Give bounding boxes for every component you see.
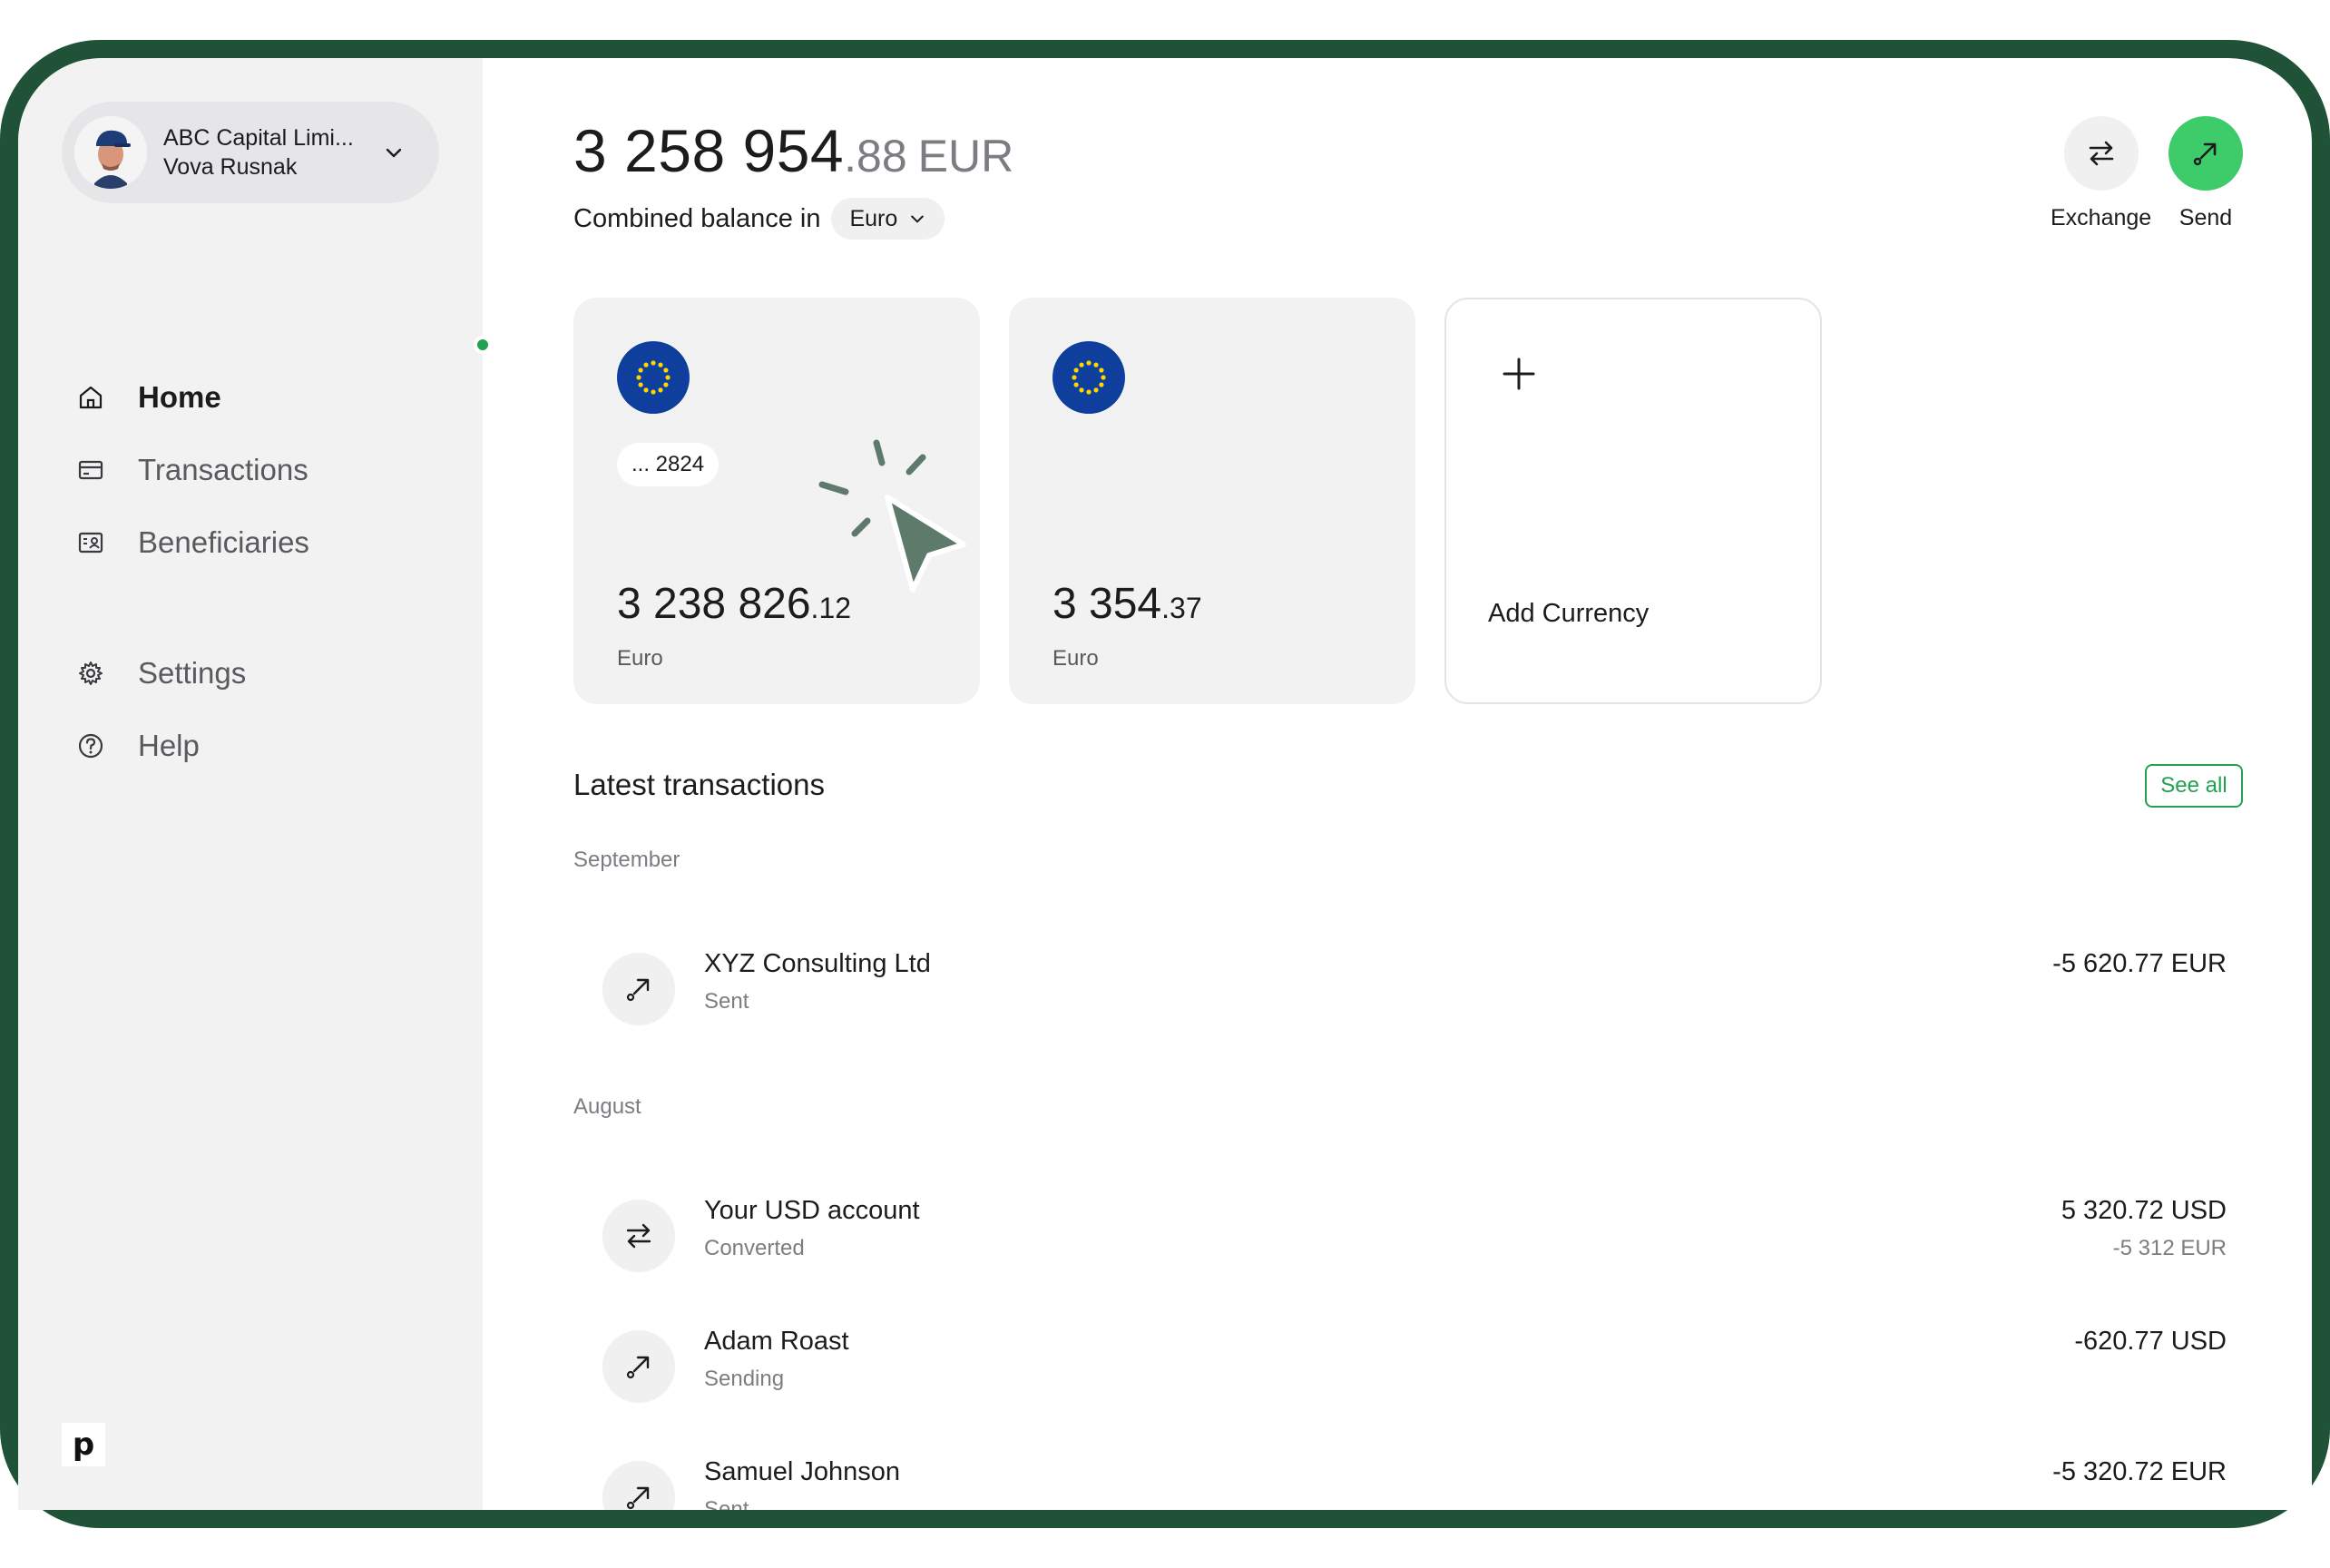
transaction-row[interactable]: Adam Roast Sending -620.77 USD bbox=[602, 1327, 2227, 1421]
card-amount-integer: 3 238 826 bbox=[617, 580, 811, 628]
transaction-icon bbox=[602, 1200, 675, 1272]
transaction-row[interactable]: Samuel Johnson Sent -5 320.72 EUR bbox=[602, 1457, 2227, 1510]
sidebar: ABC Capital Limi... Vova Rusnak Home Tra… bbox=[18, 58, 483, 1510]
sidebar-item-label: Settings bbox=[138, 656, 247, 690]
sidebar-item-label: Home bbox=[138, 380, 221, 414]
exchange-label: Exchange bbox=[2051, 205, 2152, 230]
nav-secondary: Settings Help bbox=[76, 637, 457, 782]
transaction-status: Sent bbox=[704, 1497, 749, 1510]
combined-balance-row: Combined balance in Euro bbox=[573, 198, 945, 240]
send-action[interactable]: Send bbox=[2168, 116, 2243, 231]
transaction-sub-amount: -5 312 EUR bbox=[2112, 1236, 2227, 1260]
transaction-amount: -5 620.77 EUR bbox=[2052, 949, 2227, 978]
chevron-down-icon bbox=[911, 215, 925, 223]
transaction-row[interactable]: XYZ Consulting Ltd Sent -5 620.77 EUR bbox=[602, 949, 2227, 1044]
balance-integer: 3 258 954 bbox=[573, 117, 845, 184]
sidebar-item-label: Help bbox=[138, 729, 200, 762]
currency-card-eur-2824[interactable]: ... 2824 3 238 826.12 Euro bbox=[573, 298, 980, 704]
send-arrow-icon bbox=[626, 1486, 650, 1510]
transaction-name: Your USD account bbox=[704, 1196, 920, 1225]
card-amount-integer: 3 354 bbox=[1052, 580, 1162, 628]
transaction-name: Samuel Johnson bbox=[704, 1457, 901, 1486]
contact-card-icon bbox=[78, 532, 103, 554]
eu-flag-icon bbox=[617, 341, 690, 414]
avatar bbox=[74, 116, 147, 189]
send-arrow-icon bbox=[626, 1356, 650, 1379]
account-number-pill: ... 2824 bbox=[617, 443, 720, 486]
card-amount-decimal: .12 bbox=[810, 592, 852, 624]
nav-primary: Home Transactions Beneficiaries bbox=[76, 361, 457, 579]
main-content: 3 258 954 .88 EUR Combined balance in Eu… bbox=[483, 58, 2312, 1510]
transaction-row[interactable]: Your USD account Converted 5 320.72 USD … bbox=[602, 1196, 2227, 1290]
transaction-amount: -5 320.72 EUR bbox=[2052, 1457, 2227, 1486]
sidebar-item-beneficiaries[interactable]: Beneficiaries bbox=[76, 506, 457, 579]
brand-logo: p bbox=[62, 1423, 105, 1466]
currency-select-value: Euro bbox=[849, 205, 898, 231]
sidebar-item-settings[interactable]: Settings bbox=[76, 637, 457, 710]
transaction-icon bbox=[602, 1461, 675, 1510]
chevron-down-icon bbox=[386, 148, 402, 158]
home-icon bbox=[79, 386, 103, 409]
eu-flag-icon bbox=[1052, 341, 1125, 414]
account-company: ABC Capital Limi... bbox=[163, 125, 354, 151]
combined-balance: 3 258 954 .88 EUR bbox=[573, 116, 1013, 185]
transaction-status: Sending bbox=[704, 1367, 785, 1391]
card-currency: Euro bbox=[617, 646, 663, 671]
add-currency-label: Add Currency bbox=[1488, 599, 1650, 628]
transaction-icon bbox=[602, 953, 675, 1025]
exchange-button[interactable] bbox=[2063, 116, 2139, 191]
sidebar-item-home[interactable]: Home bbox=[76, 361, 457, 434]
balance-decimal: .88 bbox=[844, 131, 907, 181]
transaction-status: Converted bbox=[704, 1236, 805, 1260]
card-icon bbox=[78, 460, 103, 480]
transaction-icon bbox=[602, 1330, 675, 1403]
plus-icon bbox=[1503, 358, 1535, 390]
transaction-amount: 5 320.72 USD bbox=[2061, 1196, 2227, 1225]
transaction-status: Sent bbox=[704, 989, 749, 1014]
currency-card-eur[interactable]: 3 354.37 Euro bbox=[1009, 298, 1415, 704]
month-header-september: September bbox=[573, 848, 680, 872]
exchange-icon bbox=[626, 1223, 651, 1249]
card-amount: 3 238 826.12 bbox=[617, 579, 851, 629]
card-amount-decimal: .37 bbox=[1161, 592, 1202, 624]
send-label: Send bbox=[2178, 205, 2233, 230]
currency-select[interactable]: Euro bbox=[831, 198, 945, 240]
account-switcher[interactable]: ABC Capital Limi... Vova Rusnak bbox=[62, 102, 439, 203]
device-frame: ABC Capital Limi... Vova Rusnak Home Tra… bbox=[0, 40, 2330, 1528]
exchange-action[interactable]: Exchange bbox=[2051, 116, 2151, 231]
send-arrow-icon bbox=[2193, 142, 2217, 166]
send-button[interactable] bbox=[2168, 116, 2243, 191]
sidebar-item-label: Transactions bbox=[138, 453, 308, 486]
send-arrow-icon bbox=[626, 978, 650, 1002]
sidebar-item-transactions[interactable]: Transactions bbox=[76, 434, 457, 506]
month-header-august: August bbox=[573, 1094, 641, 1119]
exchange-icon bbox=[2089, 141, 2113, 166]
help-circle-icon bbox=[78, 733, 103, 759]
combined-balance-label: Combined balance in bbox=[573, 203, 821, 233]
balance-currency: EUR bbox=[917, 131, 1014, 181]
transaction-amount: -620.77 USD bbox=[2074, 1327, 2227, 1356]
transaction-name: XYZ Consulting Ltd bbox=[704, 949, 931, 978]
gear-icon bbox=[79, 662, 103, 685]
latest-transactions-title: Latest transactions bbox=[573, 768, 825, 801]
see-all-button[interactable]: See all bbox=[2145, 764, 2243, 808]
sidebar-item-label: Beneficiaries bbox=[138, 525, 309, 559]
card-amount: 3 354.37 bbox=[1052, 579, 1202, 629]
account-user: Vova Rusnak bbox=[163, 154, 298, 180]
add-currency-card[interactable]: Add Currency bbox=[1444, 298, 1822, 704]
transaction-name: Adam Roast bbox=[704, 1327, 849, 1356]
app-screen: ABC Capital Limi... Vova Rusnak Home Tra… bbox=[18, 58, 2312, 1510]
card-currency: Euro bbox=[1052, 646, 1099, 671]
sidebar-item-help[interactable]: Help bbox=[76, 710, 457, 782]
